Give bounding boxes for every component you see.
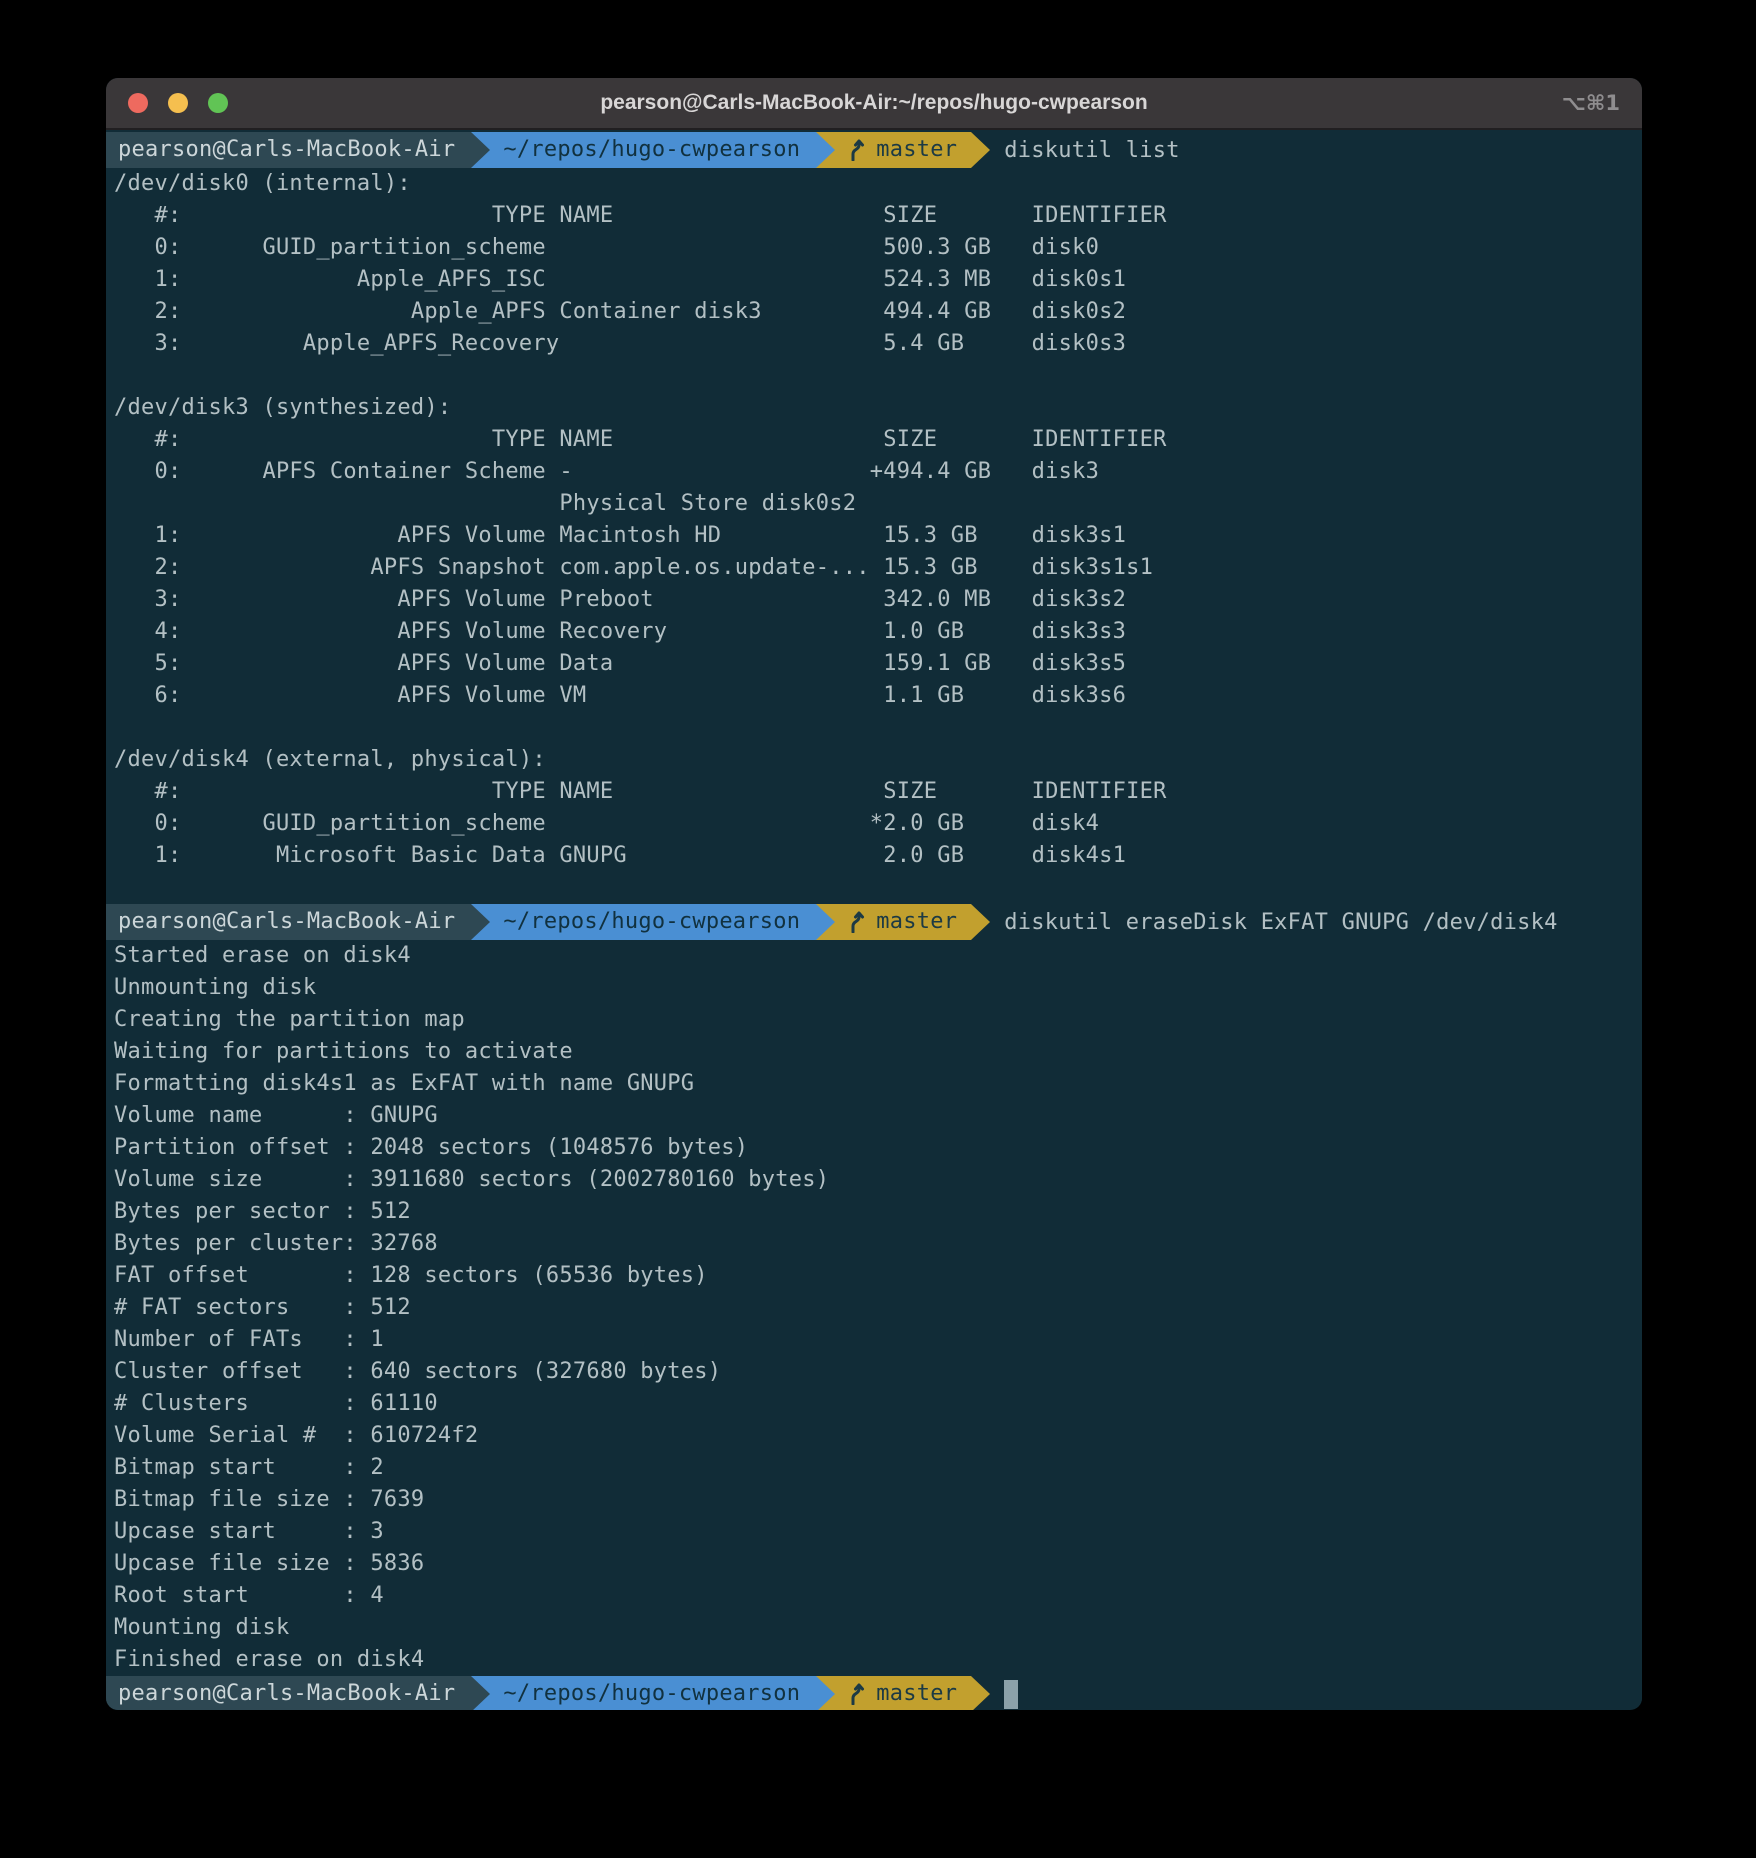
- command-text-1: diskutil list: [1004, 138, 1179, 163]
- window-controls: [128, 93, 228, 113]
- prompt-git-segment: master: [816, 1676, 971, 1710]
- close-button[interactable]: [128, 93, 148, 113]
- terminal-output-line: 0: GUID_partition_scheme 500.3 GB disk0: [114, 232, 1642, 264]
- terminal-output-line: Creating the partition map: [114, 1004, 1642, 1036]
- terminal-output-line: Partition offset : 2048 sectors (1048576…: [114, 1132, 1642, 1164]
- prompt-path-segment: ~/repos/hugo-cwpearson: [471, 132, 816, 168]
- prompt-host-segment: pearson@Carls-MacBook-Air: [106, 132, 471, 168]
- terminal-output-line: 1: Microsoft Basic Data GNUPG 2.0 GB dis…: [114, 840, 1642, 872]
- zoom-button[interactable]: [208, 93, 228, 113]
- window-shortcut-badge: ⌥⌘1: [1562, 91, 1620, 115]
- terminal-output-line: Physical Store disk0s2: [114, 488, 1642, 520]
- terminal-output-line: 2: Apple_APFS Container disk3 494.4 GB d…: [114, 296, 1642, 328]
- git-branch-icon: [846, 907, 866, 933]
- diskutil-list-output: /dev/disk0 (internal): #: TYPE NAME SIZE…: [106, 168, 1642, 904]
- erase-output: Started erase on disk4Unmounting diskCre…: [106, 940, 1642, 1676]
- terminal-output-line: Bitmap start : 2: [114, 1452, 1642, 1484]
- terminal-output-line: # Clusters : 61110: [114, 1388, 1642, 1420]
- terminal-output-line: Formatting disk4s1 as ExFAT with name GN…: [114, 1068, 1642, 1100]
- terminal-window: pearson@Carls-MacBook-Air:~/repos/hugo-c…: [106, 78, 1642, 1710]
- terminal-output-line: Mounting disk: [114, 1612, 1642, 1644]
- terminal-output-line: /dev/disk3 (synthesized):: [114, 392, 1642, 424]
- terminal-output-line: [114, 712, 1642, 744]
- titlebar[interactable]: pearson@Carls-MacBook-Air:~/repos/hugo-c…: [106, 78, 1642, 130]
- prompt-path-segment: ~/repos/hugo-cwpearson: [471, 904, 816, 940]
- prompt-git-segment: master: [816, 132, 971, 168]
- terminal-output-line: Volume Serial # : 610724f2: [114, 1420, 1642, 1452]
- prompt-host: pearson@Carls-MacBook-Air: [118, 909, 455, 934]
- terminal-output-line: 3: APFS Volume Preboot 342.0 MB disk3s2: [114, 584, 1642, 616]
- terminal-output-line: #: TYPE NAME SIZE IDENTIFIER: [114, 776, 1642, 808]
- prompt-branch: master: [876, 909, 957, 934]
- terminal-output-line: [114, 360, 1642, 392]
- terminal-output-line: Number of FATs : 1: [114, 1324, 1642, 1356]
- prompt-host-segment: pearson@Carls-MacBook-Air: [106, 904, 471, 940]
- terminal-output-line: 0: APFS Container Scheme - +494.4 GB dis…: [114, 456, 1642, 488]
- prompt-branch: master: [876, 1681, 957, 1706]
- terminal-output-line: # FAT sectors : 512: [114, 1292, 1642, 1324]
- terminal-output-line: Waiting for partitions to activate: [114, 1036, 1642, 1068]
- terminal-cursor: [1004, 1680, 1018, 1709]
- terminal-output-line: #: TYPE NAME SIZE IDENTIFIER: [114, 424, 1642, 456]
- terminal-output-line: Started erase on disk4: [114, 940, 1642, 972]
- terminal-output-line: Volume size : 3911680 sectors (200278016…: [114, 1164, 1642, 1196]
- prompt-path-segment: ~/repos/hugo-cwpearson: [471, 1676, 816, 1710]
- prompt-line-3: pearson@Carls-MacBook-Air ~/repos/hugo-c…: [106, 1676, 1642, 1710]
- prompt-path: ~/repos/hugo-cwpearson: [503, 137, 800, 162]
- terminal-output-line: 2: APFS Snapshot com.apple.os.update-...…: [114, 552, 1642, 584]
- terminal-output-line: 6: APFS Volume VM 1.1 GB disk3s6: [114, 680, 1642, 712]
- terminal-output-line: 3: Apple_APFS_Recovery 5.4 GB disk0s3: [114, 328, 1642, 360]
- prompt-path: ~/repos/hugo-cwpearson: [503, 1681, 800, 1706]
- terminal-output-line: Upcase start : 3: [114, 1516, 1642, 1548]
- prompt-branch: master: [876, 137, 957, 162]
- prompt-host: pearson@Carls-MacBook-Air: [118, 137, 455, 162]
- terminal-output-line: 1: APFS Volume Macintosh HD 15.3 GB disk…: [114, 520, 1642, 552]
- terminal-output-line: 4: APFS Volume Recovery 1.0 GB disk3s3: [114, 616, 1642, 648]
- terminal-output-line: Root start : 4: [114, 1580, 1642, 1612]
- terminal-output-line: Unmounting disk: [114, 972, 1642, 1004]
- terminal-output-line: /dev/disk0 (internal):: [114, 168, 1642, 200]
- window-title: pearson@Carls-MacBook-Air:~/repos/hugo-c…: [106, 91, 1642, 115]
- terminal-output-line: [114, 872, 1642, 904]
- prompt-line-1: pearson@Carls-MacBook-Air ~/repos/hugo-c…: [106, 132, 1642, 168]
- prompt-path: ~/repos/hugo-cwpearson: [503, 909, 800, 934]
- terminal-screen[interactable]: pearson@Carls-MacBook-Air ~/repos/hugo-c…: [106, 130, 1642, 1708]
- terminal-output-line: Finished erase on disk4: [114, 1644, 1642, 1676]
- git-branch-icon: [846, 1679, 866, 1705]
- terminal-output-line: #: TYPE NAME SIZE IDENTIFIER: [114, 200, 1642, 232]
- terminal-output-line: FAT offset : 128 sectors (65536 bytes): [114, 1260, 1642, 1292]
- terminal-output-line: Bitmap file size : 7639: [114, 1484, 1642, 1516]
- terminal-output-line: 0: GUID_partition_scheme *2.0 GB disk4: [114, 808, 1642, 840]
- terminal-output-line: Upcase file size : 5836: [114, 1548, 1642, 1580]
- prompt-host-segment: pearson@Carls-MacBook-Air: [106, 1676, 471, 1710]
- terminal-output-line: Bytes per cluster: 32768: [114, 1228, 1642, 1260]
- terminal-output-line: 5: APFS Volume Data 159.1 GB disk3s5: [114, 648, 1642, 680]
- terminal-output-line: 1: Apple_APFS_ISC 524.3 MB disk0s1: [114, 264, 1642, 296]
- terminal-output-line: Volume name : GNUPG: [114, 1100, 1642, 1132]
- terminal-output-line: /dev/disk4 (external, physical):: [114, 744, 1642, 776]
- minimize-button[interactable]: [168, 93, 188, 113]
- prompt-host: pearson@Carls-MacBook-Air: [118, 1681, 455, 1706]
- prompt-git-segment: master: [816, 904, 971, 940]
- git-branch-icon: [846, 135, 866, 161]
- command-text-2: diskutil eraseDisk ExFAT GNUPG /dev/disk…: [1004, 910, 1557, 935]
- terminal-output-line: Bytes per sector : 512: [114, 1196, 1642, 1228]
- prompt-line-2: pearson@Carls-MacBook-Air ~/repos/hugo-c…: [106, 904, 1642, 940]
- terminal-output-line: Cluster offset : 640 sectors (327680 byt…: [114, 1356, 1642, 1388]
